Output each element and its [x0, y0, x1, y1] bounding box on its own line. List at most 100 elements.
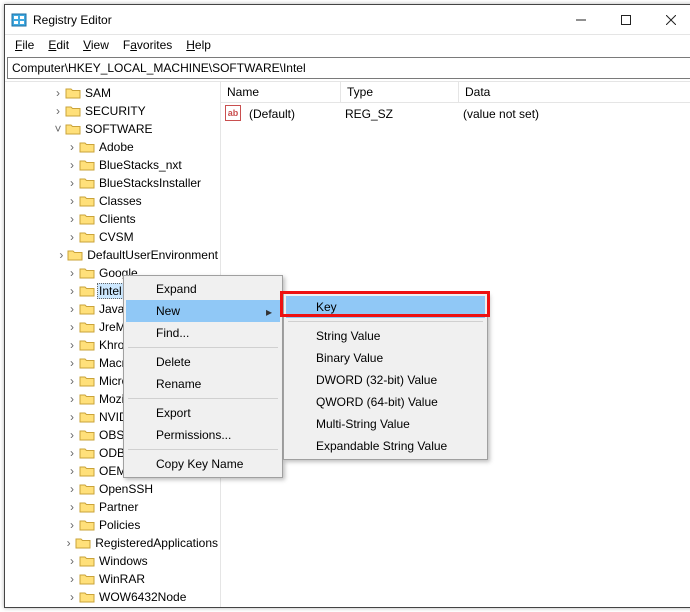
ctx-new-multi[interactable]: Multi-String Value [286, 413, 485, 435]
ctx-new-qword[interactable]: QWORD (64-bit) Value [286, 391, 485, 413]
context-submenu-new: Key String Value Binary Value DWORD (32-… [283, 293, 488, 460]
ctx-permissions[interactable]: Permissions... [126, 424, 280, 446]
tree-item[interactable]: ›Partner [5, 498, 220, 516]
tree-item[interactable]: ›Windows [5, 552, 220, 570]
menu-edit[interactable]: Edit [42, 37, 75, 53]
tree-item[interactable]: ›WOW6432Node [5, 588, 220, 606]
tree-item-label: Adobe [97, 139, 136, 155]
tree-item[interactable]: ˅SOFTWARE [5, 120, 220, 138]
folder-icon [79, 392, 95, 406]
tree-item[interactable]: ›CVSM [5, 228, 220, 246]
ctx-new-key[interactable]: Key [286, 296, 485, 318]
ctx-export[interactable]: Export [126, 402, 280, 424]
tree-item-label: SECURITY [83, 103, 148, 119]
tree-item-label: Policies [97, 517, 142, 533]
registry-editor-window: Registry Editor File Edit View Favorites… [4, 4, 690, 608]
tree-item[interactable]: ›BlueStacks_nxt [5, 156, 220, 174]
ctx-find[interactable]: Find... [126, 322, 280, 344]
tree-item[interactable]: ›WinRAR [5, 570, 220, 588]
col-type[interactable]: Type [341, 82, 459, 102]
folder-icon [79, 356, 95, 370]
value-data: (value not set) [457, 105, 545, 123]
value-type: REG_SZ [339, 105, 457, 123]
folder-icon [79, 140, 95, 154]
separator [128, 347, 278, 348]
tree-item-label: Partner [97, 499, 140, 515]
folder-icon [65, 86, 81, 100]
folder-icon [79, 500, 95, 514]
maximize-button[interactable] [603, 5, 648, 35]
folder-icon [79, 266, 95, 280]
menubar: File Edit View Favorites Help [5, 35, 690, 55]
tree-item[interactable]: ›Adobe [5, 138, 220, 156]
string-value-icon: ab [225, 105, 241, 121]
ctx-new[interactable]: New▸ [126, 300, 280, 322]
tree-item[interactable]: ›BlueStacksInstaller [5, 174, 220, 192]
tree-item-label: Classes [97, 193, 144, 209]
tree-item[interactable]: ›SAM [5, 84, 220, 102]
menu-file[interactable]: File [9, 37, 40, 53]
tree-item-label: Intel [97, 283, 124, 299]
tree-item[interactable]: ›SECURITY [5, 102, 220, 120]
tree-item[interactable]: ›Clients [5, 210, 220, 228]
minimize-button[interactable] [558, 5, 603, 35]
tree-item-label: BlueStacksInstaller [97, 175, 203, 191]
tree-item[interactable]: ›DefaultUserEnvironment [5, 246, 220, 264]
tree-item-label: DefaultUserEnvironment [85, 247, 220, 263]
folder-icon [79, 518, 95, 532]
separator [288, 321, 483, 322]
folder-icon [79, 158, 95, 172]
ctx-rename[interactable]: Rename [126, 373, 280, 395]
context-menu: Expand New▸ Find... Delete Rename Export… [123, 275, 283, 478]
ctx-delete[interactable]: Delete [126, 351, 280, 373]
folder-icon [79, 176, 95, 190]
tree-item-label: CVSM [97, 229, 136, 245]
tree-item-label: Windows [97, 553, 150, 569]
folder-icon [67, 248, 83, 262]
tree-item-label: SOFTWARE [83, 121, 155, 137]
folder-icon [79, 464, 95, 478]
value-name: (Default) [243, 105, 339, 123]
separator [128, 398, 278, 399]
ctx-new-string[interactable]: String Value [286, 325, 485, 347]
tree-item-label: WinRAR [97, 571, 147, 587]
folder-icon [79, 482, 95, 496]
tree-item[interactable]: ›Classes [5, 192, 220, 210]
tree-item-label: BlueStacks_nxt [97, 157, 184, 173]
submenu-arrow-icon: ▸ [266, 305, 272, 319]
col-data[interactable]: Data [459, 82, 690, 102]
folder-icon [79, 374, 95, 388]
tree-item-label: OpenSSH [97, 481, 155, 497]
folder-icon [79, 212, 95, 226]
registry-editor-icon [11, 12, 27, 28]
list-header: Name Type Data [221, 82, 690, 103]
close-window-button[interactable] [648, 5, 690, 35]
tree-item[interactable]: ›Policies [5, 516, 220, 534]
ctx-new-binary[interactable]: Binary Value [286, 347, 485, 369]
tree-item[interactable]: ›RegisteredApplications [5, 534, 220, 552]
tree-item-label: SAM [83, 85, 113, 101]
ctx-copy-key-name[interactable]: Copy Key Name [126, 453, 280, 475]
folder-icon [75, 536, 91, 550]
value-row[interactable]: ab (Default) REG_SZ (value not set) [221, 103, 690, 125]
menu-favorites[interactable]: Favorites [117, 37, 178, 53]
menu-view[interactable]: View [77, 37, 115, 53]
folder-icon [79, 446, 95, 460]
folder-icon [79, 572, 95, 586]
ctx-new-dword[interactable]: DWORD (32-bit) Value [286, 369, 485, 391]
folder-icon [79, 230, 95, 244]
tree-item[interactable]: ›OpenSSH [5, 480, 220, 498]
window-title: Registry Editor [33, 13, 558, 27]
address-text: Computer\HKEY_LOCAL_MACHINE\SOFTWARE\Int… [12, 61, 306, 75]
folder-icon [79, 194, 95, 208]
address-bar[interactable]: Computer\HKEY_LOCAL_MACHINE\SOFTWARE\Int… [7, 57, 690, 79]
separator [128, 449, 278, 450]
ctx-new-expandable[interactable]: Expandable String Value [286, 435, 485, 457]
folder-icon [79, 284, 95, 298]
ctx-expand[interactable]: Expand [126, 278, 280, 300]
folder-icon [79, 590, 95, 604]
menu-help[interactable]: Help [180, 37, 217, 53]
col-name[interactable]: Name [221, 82, 341, 102]
titlebar: Registry Editor [5, 5, 690, 35]
folder-icon [65, 122, 81, 136]
